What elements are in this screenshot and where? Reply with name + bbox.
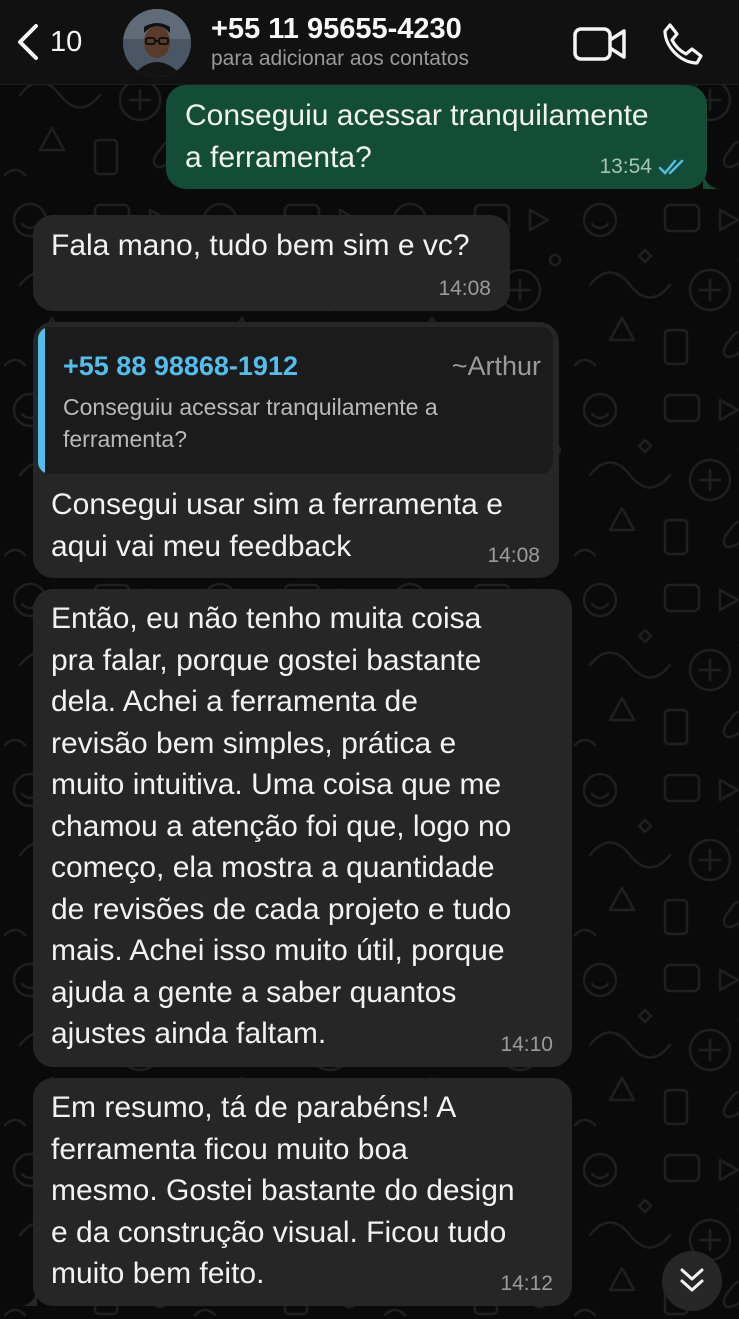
message-meta: 14:12 [500,1272,553,1296]
message-line: e da construção visual. Ficou tudo [51,1215,507,1249]
quoted-sender-name: ~Arthur [451,351,541,381]
message-meta: 14:08 [438,277,491,301]
bubble-tail [21,1288,37,1306]
message-incoming[interactable]: Fala mano, tudo bem sim e vc? 14:08 [33,215,510,311]
back-button[interactable]: 10 [14,20,104,64]
message-meta: 14:10 [500,1033,553,1057]
double-chevron-down-icon [680,1268,704,1292]
bubble-tail [703,171,719,189]
quoted-line: ferramenta? [63,426,188,452]
message-meta: 13:54 [599,155,688,179]
message-line: Então, eu não tenho muita coisa [51,602,482,635]
message-line: ajuda a gente a saber quantos [51,975,457,1009]
message-time: 14:10 [500,1033,553,1056]
message-line: pra falar, porque gostei bastante [51,643,482,677]
message-line: ferramenta ficou muito boa [51,1132,408,1166]
message-line: chamou a atenção foi que, logo no [51,809,512,843]
quoted-text: Conseguiu acessar tranquilamente a ferra… [63,391,533,455]
message-line: aqui vai meu feedback [51,529,352,563]
message-meta: 14:08 [487,544,540,568]
message-outgoing[interactable]: Conseguiu acessar tranquilamente a ferra… [166,85,719,189]
message-incoming[interactable]: Em resumo, tá de parabéns! A ferramenta … [21,1078,572,1306]
voice-call-button[interactable] [658,20,706,68]
quoted-message[interactable]: +55 88 98868-1912 ~Arthur Conseguiu aces… [38,327,553,474]
message-incoming[interactable]: Então, eu não tenho muita coisa pra fala… [33,589,572,1067]
scroll-to-bottom-button[interactable] [662,1251,722,1311]
chat-header: 10 +55 11 95655-4230 para adicionar aos … [0,0,739,85]
message-line: começo, ela mostra a quantidade [51,851,495,884]
message-time: 13:54 [599,155,652,178]
message-line: ajustes ainda faltam. [51,1017,327,1050]
message-text: Em resumo, tá de parabéns! A ferramenta … [51,1087,554,1295]
contact-subtitle: para adicionar aos contatos [211,47,469,70]
video-camera-icon [573,27,626,61]
message-line: dela. Achei a ferramenta de [51,685,418,718]
message-line: mais. Achei isso muito útil, porque [51,934,505,967]
double-check-icon [658,159,684,175]
phone-icon [663,23,703,65]
message-line: Em resumo, tá de parabéns! A [51,1091,457,1124]
message-line: revisão bem simples, prática e [51,726,457,760]
contact-name: +55 11 95655-4230 [211,13,462,45]
contact-photo [123,9,191,77]
video-call-button[interactable] [572,24,628,64]
message-incoming-reply[interactable]: +55 88 98868-1912 ~Arthur Conseguiu aces… [33,322,559,578]
unread-count: 10 [50,25,83,58]
quoted-sender-phone: +55 88 98868-1912 [63,351,298,381]
message-time: 14:12 [500,1272,553,1295]
chevron-left-icon [18,24,38,60]
message-text: Então, eu não tenho muita coisa pra fala… [51,598,554,1055]
message-line: mesmo. Gostei bastante do design [51,1174,515,1207]
contact-info[interactable]: +55 11 95655-4230 para adicionar aos con… [211,12,551,72]
message-line: Conseguiu acessar tranquilamente [185,99,649,132]
message-time: 14:08 [487,544,540,567]
quoted-line: Conseguiu acessar tranquilamente a [63,394,438,420]
message-line: Fala mano, tudo bem sim e vc? [51,229,470,262]
quote-accent-bar [38,327,45,474]
avatar[interactable] [123,9,191,77]
message-time: 14:08 [438,277,491,300]
message-line: de revisões de cada projeto e tudo [51,892,512,926]
message-text: Consegui usar sim a ferramenta e aqui va… [51,484,503,567]
message-line: Consegui usar sim a ferramenta e [51,488,503,521]
message-line: muito intuitiva. Uma coisa que me [51,768,502,801]
message-text: Fala mano, tudo bem sim e vc? [51,225,492,267]
message-line: muito bem feito. [51,1257,265,1290]
chat-screen: 10 +55 11 95655-4230 para adicionar aos … [0,0,739,1319]
